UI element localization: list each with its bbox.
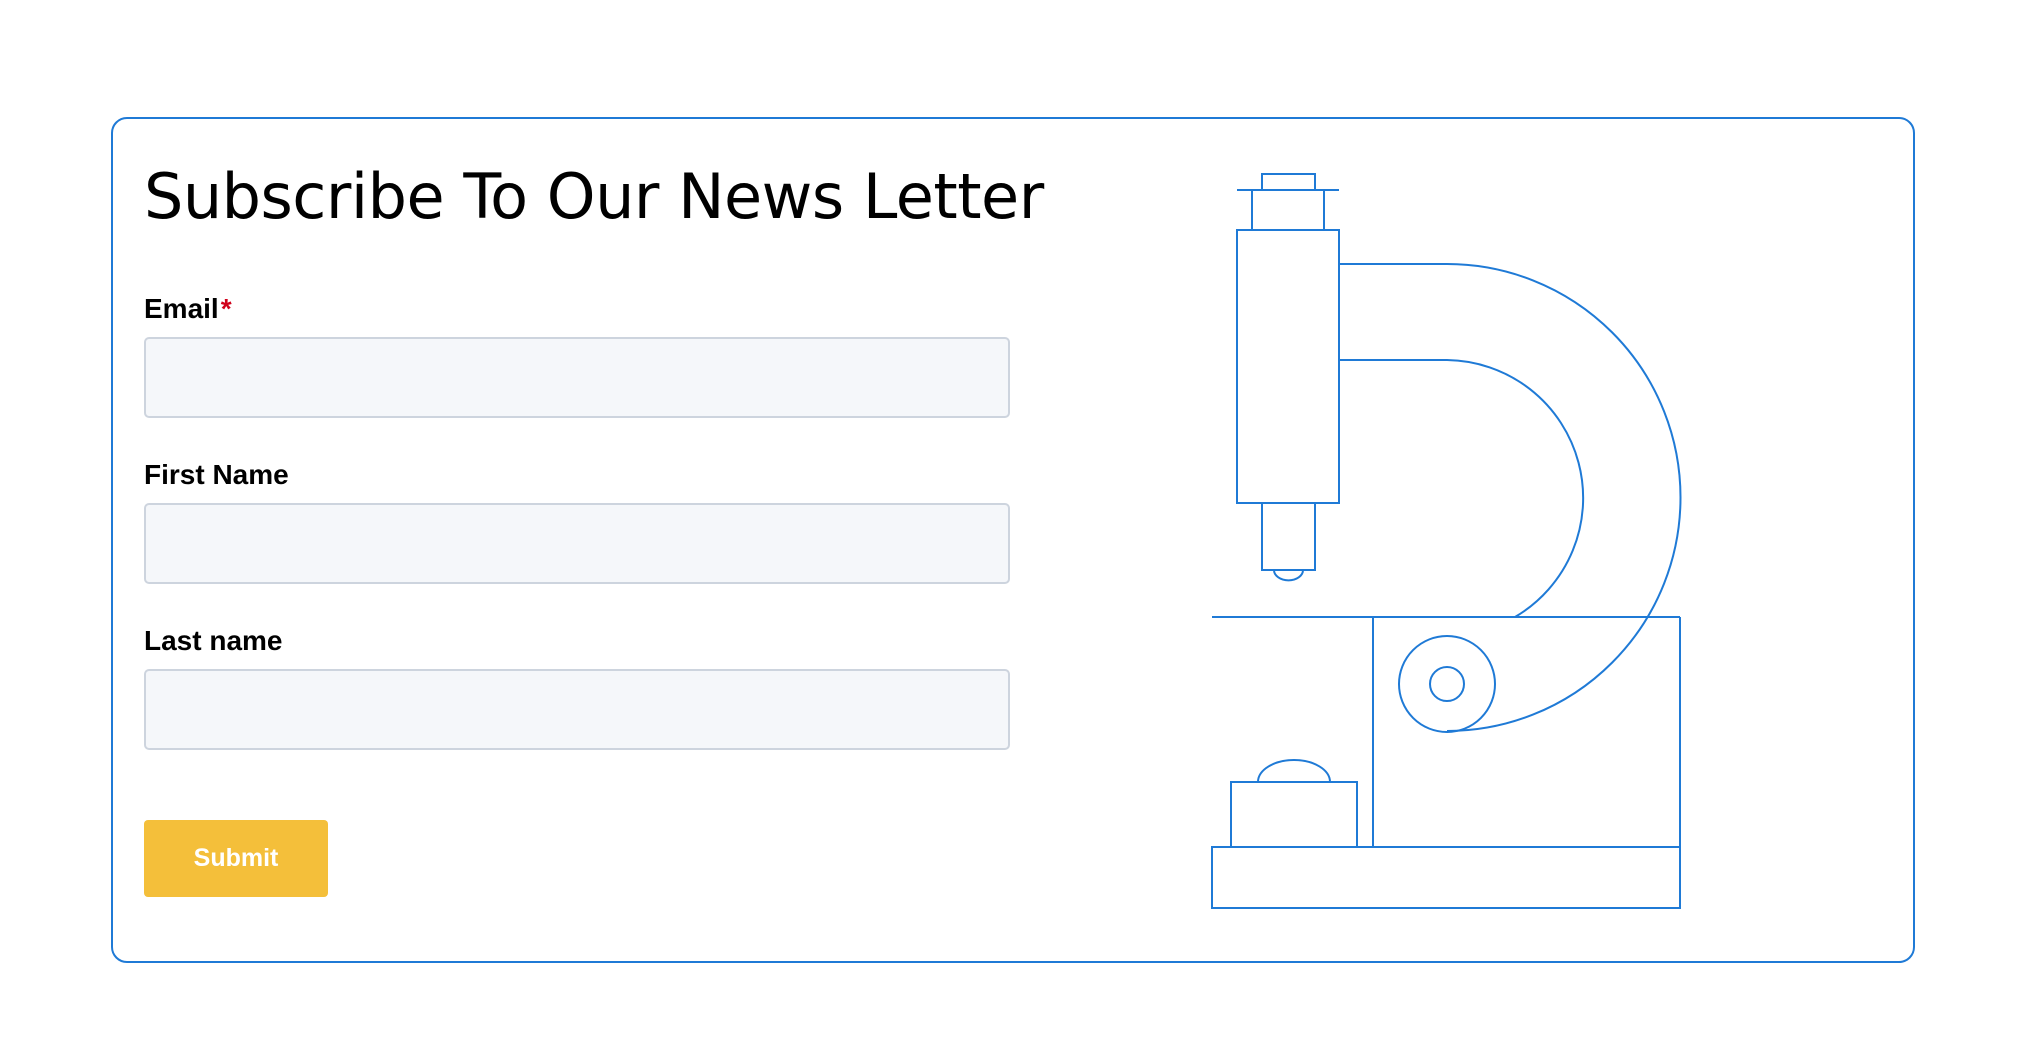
last-name-field[interactable] — [144, 669, 1010, 750]
microscope-icon — [1211, 173, 1682, 909]
email-field[interactable] — [144, 337, 1010, 418]
required-marker: * — [220, 293, 232, 324]
first-name-label: First Name — [144, 459, 289, 490]
submit-button[interactable]: Submit — [144, 820, 328, 897]
email-label-text: Email — [144, 293, 219, 324]
page-title: Subscribe To Our News Letter — [144, 160, 1044, 233]
last-name-label: Last name — [144, 625, 283, 656]
email-label: Email* — [144, 293, 232, 325]
first-name-field[interactable] — [144, 503, 1010, 584]
